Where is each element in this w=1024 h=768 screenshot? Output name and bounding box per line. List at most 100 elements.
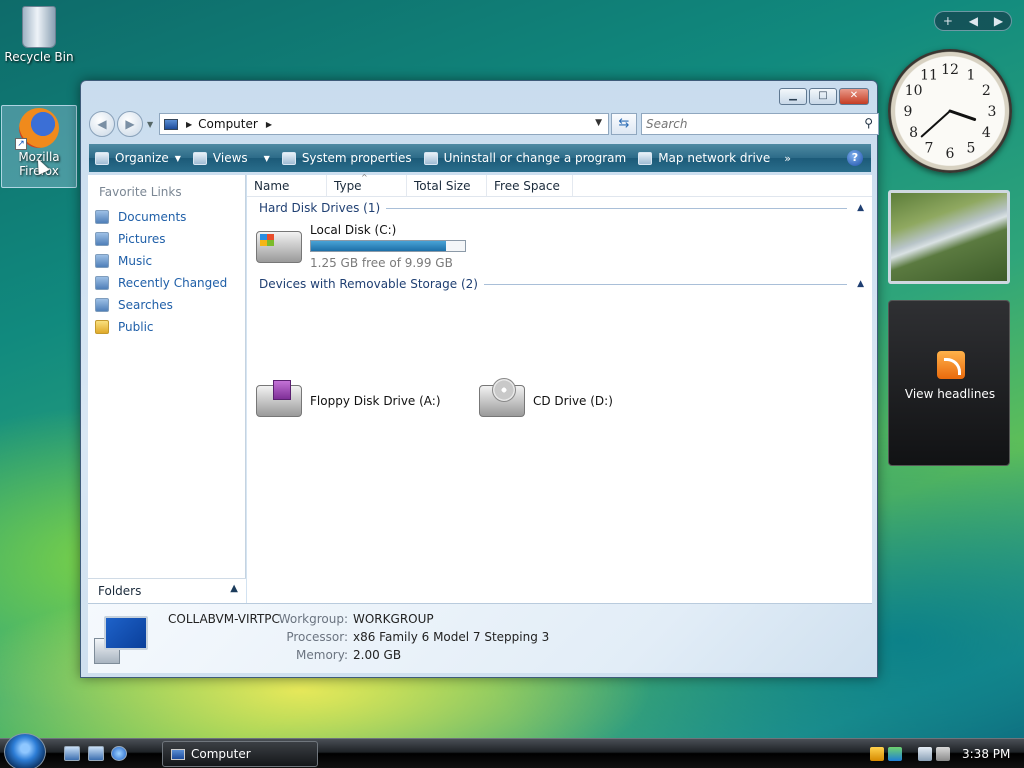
group-header-removable-storage[interactable]: Devices with Removable Storage (2) ▲ (259, 277, 864, 291)
desktop-icon-label: Recycle Bin (4, 50, 74, 64)
close-button[interactable]: ✕ (839, 88, 869, 105)
clock-minute-hand (920, 110, 951, 138)
detail-label: Workgroup: (278, 612, 348, 626)
computer-icon (164, 118, 178, 130)
security-shield-icon[interactable] (870, 747, 884, 761)
map-network-drive-label: Map network drive (658, 151, 771, 165)
clock-hour-hand (948, 109, 977, 121)
search-box[interactable]: ⚲ (641, 113, 879, 135)
clock-gadget[interactable]: 12 1 2 3 4 5 6 7 8 9 10 11 (888, 49, 1012, 173)
uninstall-icon (423, 151, 438, 165)
organize-label: Organize (115, 151, 169, 165)
show-desktop-icon[interactable] (64, 746, 80, 761)
more-commands-button[interactable]: » (784, 152, 791, 165)
favorite-link-pictures[interactable]: Pictures (88, 228, 245, 250)
slideshow-gadget[interactable] (888, 190, 1010, 284)
detail-row-processor: Processor: x86 Family 6 Model 7 Stepping… (278, 630, 549, 648)
map-network-drive-icon (638, 151, 653, 165)
clock-number: 11 (920, 68, 938, 84)
recent-pages-dropdown[interactable]: ▼ (147, 120, 153, 129)
clock-number: 10 (905, 83, 923, 99)
navigation-pane: Favorite Links Documents Pictures Music … (88, 175, 246, 603)
next-gadgets-button[interactable]: ▶ (994, 14, 1003, 28)
forward-button[interactable]: ▶ (117, 111, 143, 137)
group-title: Hard Disk Drives (1) (259, 201, 381, 215)
add-gadget-button[interactable]: + (943, 14, 953, 28)
window-controls: ▁ □ ✕ (779, 88, 869, 105)
clock-number: 5 (967, 140, 976, 156)
system-properties-button[interactable]: System properties (281, 151, 412, 165)
favorite-link-public[interactable]: Public (88, 316, 245, 338)
sort-arrow-icon: ^ (361, 173, 368, 182)
switch-windows-icon[interactable] (88, 746, 104, 761)
taskbar-button-label: Computer (191, 747, 251, 761)
column-type[interactable]: ^ Type (327, 173, 407, 196)
detail-value: 2.00 GB (353, 648, 402, 662)
floppy-drive-icon (256, 380, 302, 417)
computer-icon (94, 616, 152, 666)
maximize-button[interactable]: □ (809, 88, 837, 105)
computer-name: COLLABVM-VIRTPC (168, 612, 280, 626)
address-bar[interactable]: ▶ Computer ▶ ▼ (159, 113, 609, 135)
clock-number: 2 (982, 83, 991, 99)
drive-name: Local Disk (C:) (310, 223, 397, 237)
network-icon[interactable] (918, 747, 932, 761)
column-total-size[interactable]: Total Size (407, 175, 487, 196)
clock-number: 9 (904, 104, 913, 120)
rss-feed-icon (937, 351, 965, 379)
details-grid: Workgroup: WORKGROUP Processor: x86 Fami… (278, 612, 550, 666)
uninstall-program-button[interactable]: Uninstall or change a program (423, 151, 627, 165)
views-button[interactable]: Views ▼ (192, 151, 270, 165)
desktop-icon-recycle-bin[interactable]: Recycle Bin (1, 2, 77, 64)
group-divider (386, 207, 848, 209)
back-button[interactable]: ◀ (89, 111, 115, 137)
favorite-link-label: Pictures (118, 232, 166, 246)
uninstall-label: Uninstall or change a program (443, 151, 627, 165)
search-icon[interactable]: ⚲ (864, 116, 873, 130)
favorite-link-label: Searches (118, 298, 173, 312)
feed-headlines-gadget[interactable]: View headlines (888, 300, 1010, 466)
taskbar-button-computer[interactable]: Computer (162, 741, 318, 767)
taskbar: Computer 3:38 PM (0, 733, 1024, 768)
refresh-button[interactable]: ⇆ (611, 113, 637, 135)
favorite-link-recently-changed[interactable]: Recently Changed (88, 272, 245, 294)
favorite-link-music[interactable]: Music (88, 250, 245, 272)
previous-gadgets-button[interactable]: ◀ (969, 14, 978, 28)
notification-area: 3:38 PM (870, 739, 1024, 768)
internet-explorer-icon[interactable] (111, 746, 127, 761)
breadcrumb-separator[interactable]: ▶ (266, 120, 272, 129)
view-headlines-link[interactable]: View headlines (889, 387, 1011, 401)
help-icon[interactable]: ? (847, 150, 863, 166)
detail-row-workgroup: Workgroup: WORKGROUP (278, 612, 549, 630)
minimize-button[interactable]: ▁ (779, 88, 807, 105)
windows-update-icon[interactable] (888, 747, 902, 761)
drive-floppy-a[interactable]: Floppy Disk Drive (A:) (256, 380, 441, 417)
clock-time[interactable]: 3:38 PM (962, 747, 1010, 761)
start-button[interactable] (4, 733, 46, 768)
address-dropdown-icon[interactable]: ▼ (595, 118, 602, 128)
clock-number: 3 (988, 104, 997, 120)
navigation-bar: ◀ ▶ ▼ ▶ Computer ▶ ▼ ⇆ ⚲ (89, 111, 879, 137)
favorite-link-documents[interactable]: Documents (88, 206, 245, 228)
drive-local-disk-c[interactable]: Local Disk (C:) 1.25 GB free of 9.99 GB (256, 223, 466, 270)
organize-button[interactable]: Organize ▼ (95, 151, 181, 165)
desktop-icon-firefox[interactable]: ↗ Mozilla Firefox (1, 105, 77, 188)
column-name[interactable]: Name (247, 175, 327, 196)
breadcrumb-separator[interactable]: ▶ (186, 120, 192, 129)
clock-number: 12 (941, 62, 959, 78)
favorite-link-searches[interactable]: Searches (88, 294, 245, 316)
clock-number: 4 (982, 125, 991, 141)
computer-icon (171, 748, 185, 760)
group-header-hard-disk-drives[interactable]: Hard Disk Drives (1) ▲ (259, 201, 864, 215)
volume-muted-icon[interactable] (936, 747, 950, 761)
drive-capacity-fill (311, 241, 446, 251)
drive-cd-d[interactable]: CD Drive (D:) (479, 378, 613, 417)
breadcrumb-computer[interactable]: Computer (198, 117, 258, 131)
cd-disc-icon (492, 378, 516, 402)
search-input[interactable] (646, 115, 846, 133)
drive-capacity-bar (310, 240, 466, 252)
map-network-drive-button[interactable]: Map network drive (638, 151, 770, 165)
views-icon (192, 151, 207, 165)
folders-toggle[interactable]: Folders ▲ (88, 578, 246, 603)
column-free-space[interactable]: Free Space (487, 175, 573, 196)
